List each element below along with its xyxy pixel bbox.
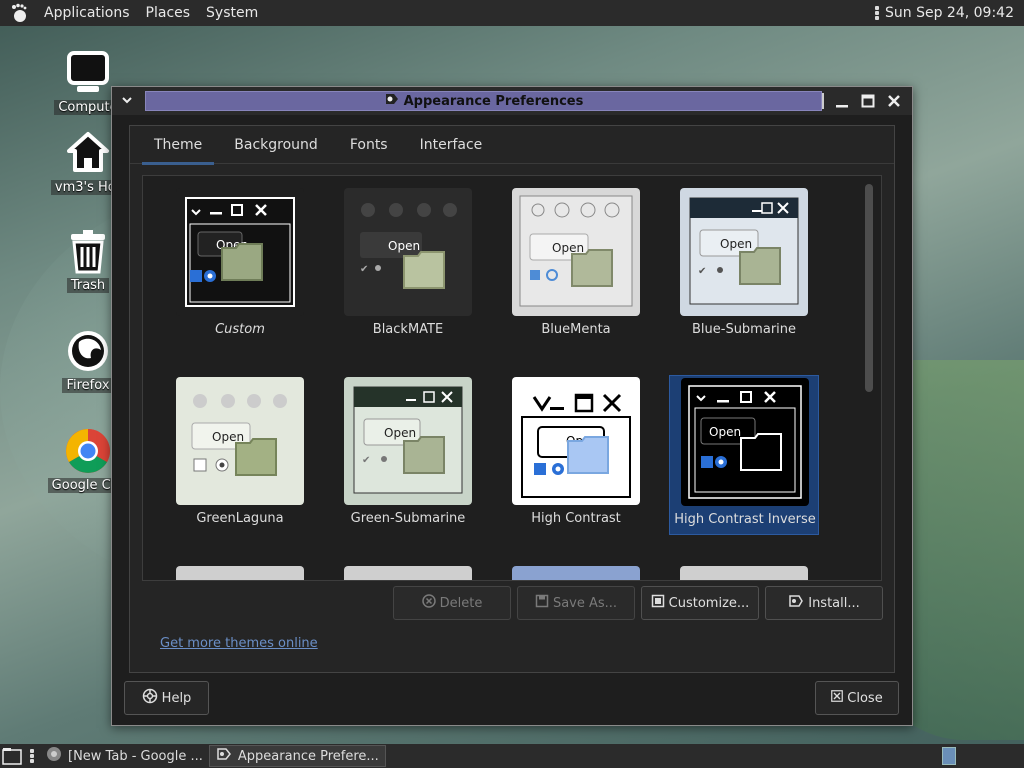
- theme-item-partial[interactable]: [333, 564, 483, 580]
- appearance-icon: [384, 92, 400, 110]
- theme-thumbnail: [512, 566, 640, 580]
- close-button[interactable]: Close: [815, 681, 899, 715]
- theme-item[interactable]: Open High Contrast Inverse: [669, 375, 819, 535]
- theme-thumbnail: Open: [681, 378, 809, 506]
- applications-menu[interactable]: Applications: [36, 5, 138, 21]
- tab-theme[interactable]: Theme: [138, 126, 218, 165]
- clock[interactable]: Sun Sep 24, 09:42: [885, 5, 1014, 21]
- computer-icon: [63, 48, 113, 98]
- theme-name: Blue-Submarine: [691, 322, 797, 337]
- title-bar[interactable]: Appearance Preferences: [112, 87, 912, 115]
- theme-item[interactable]: Open ✔ Blue-Submarine: [669, 186, 819, 346]
- install-icon: [788, 594, 804, 612]
- minimize-icon[interactable]: [832, 91, 852, 111]
- home-folder-icon: [63, 128, 113, 178]
- chrome-small-icon: [46, 746, 62, 766]
- svg-text:Open: Open: [388, 239, 420, 253]
- svg-text:Open: Open: [709, 425, 741, 439]
- theme-thumbnail: Open: [176, 188, 304, 316]
- theme-name: GreenLaguna: [196, 511, 284, 526]
- firefox-icon: [63, 326, 113, 376]
- svg-text:Open: Open: [552, 241, 584, 255]
- theme-item[interactable]: Open Custom: [165, 186, 315, 346]
- show-desktop-icon[interactable]: [0, 745, 24, 767]
- save-icon: [535, 594, 549, 612]
- theme-thumbnail: Open ✔: [344, 377, 472, 505]
- theme-thumbnail: Open: [512, 377, 640, 505]
- preferences-content: Theme Background Fonts Interface Open Cus…: [129, 125, 895, 673]
- theme-thumbnail: Open ✔: [680, 188, 808, 316]
- save-as-button[interactable]: Save As...: [517, 586, 635, 620]
- customize-icon: [651, 594, 665, 612]
- theme-name: BlackMATE: [372, 322, 444, 337]
- tab-bar: Theme Background Fonts Interface: [130, 126, 894, 165]
- get-more-themes-link[interactable]: Get more themes online: [160, 636, 318, 651]
- close-x-icon: [831, 690, 844, 706]
- theme-name: High Contrast: [531, 511, 621, 526]
- theme-item[interactable]: Open ✔ Green-Submarine: [333, 375, 483, 535]
- appearance-preferences-window: Appearance Preferences Theme Background …: [111, 86, 913, 726]
- theme-list[interactable]: Open Custom Open ✔ BlackMATE Open BlueMenta Ope…: [142, 175, 882, 581]
- system-menu[interactable]: System: [198, 5, 266, 21]
- theme-item[interactable]: Open BlueMenta: [501, 186, 651, 346]
- svg-text:✔: ✔: [360, 264, 368, 275]
- maximize-icon[interactable]: [858, 91, 878, 111]
- svg-text:Open: Open: [384, 426, 416, 440]
- trash-icon: [63, 226, 113, 276]
- gnome-foot-icon[interactable]: [8, 2, 30, 24]
- theme-item-partial[interactable]: [501, 564, 651, 580]
- tab-interface[interactable]: Interface: [404, 126, 499, 164]
- theme-name: BlueMenta: [541, 322, 611, 337]
- theme-thumbnail: Open: [176, 377, 304, 505]
- theme-thumbnail: Open: [512, 188, 640, 316]
- theme-thumbnail: [176, 566, 304, 580]
- theme-item-partial[interactable]: [669, 564, 819, 580]
- theme-name: Green-Submarine: [350, 511, 466, 526]
- theme-item[interactable]: Open GreenLaguna: [165, 375, 315, 535]
- close-icon[interactable]: [884, 91, 904, 111]
- theme-thumbnail: [344, 566, 472, 580]
- titlebar-separator: [822, 93, 824, 109]
- svg-text:Open: Open: [212, 430, 244, 444]
- install-button[interactable]: Install...: [765, 586, 883, 620]
- delete-button[interactable]: Delete: [393, 586, 511, 620]
- chrome-icon: [63, 426, 113, 476]
- taskbar-item-chrome[interactable]: [New Tab - Google ...: [40, 745, 209, 767]
- window-title-bar-fill[interactable]: Appearance Preferences: [145, 91, 822, 111]
- tab-background[interactable]: Background: [218, 126, 334, 164]
- svg-text:Open: Open: [720, 237, 752, 251]
- theme-thumbnail: Open ✔: [344, 188, 472, 316]
- customize-button[interactable]: Customize...: [641, 586, 759, 620]
- top-panel: Applications Places System Sun Sep 24, 0…: [0, 0, 1024, 26]
- delete-icon: [421, 594, 436, 612]
- window-title: Appearance Preferences: [403, 93, 584, 109]
- taskbar-item-appearance[interactable]: Appearance Prefere...: [208, 745, 386, 767]
- svg-text:✔: ✔: [698, 266, 706, 277]
- theme-item-partial[interactable]: [165, 564, 315, 580]
- theme-name: High Contrast Inverse: [674, 512, 816, 527]
- theme-item[interactable]: Open High Contrast: [501, 375, 651, 535]
- help-button[interactable]: Help: [124, 681, 209, 715]
- workspace-switcher[interactable]: [942, 747, 956, 765]
- panel-handle-icon: [875, 6, 880, 20]
- tab-fonts[interactable]: Fonts: [334, 126, 404, 164]
- theme-list-scrollbar[interactable]: [865, 184, 873, 392]
- help-icon: [142, 688, 158, 708]
- taskbar-handle-icon: [30, 749, 34, 763]
- theme-thumbnail: [680, 566, 808, 580]
- places-menu[interactable]: Places: [138, 5, 199, 21]
- theme-name: Custom: [215, 322, 265, 337]
- window-menu-icon[interactable]: [120, 93, 136, 109]
- bottom-taskbar: [New Tab - Google ... Appearance Prefere…: [0, 744, 1024, 768]
- appearance-small-icon: [216, 747, 232, 765]
- svg-text:✔: ✔: [362, 455, 370, 466]
- theme-item[interactable]: Open ✔ BlackMATE: [333, 186, 483, 346]
